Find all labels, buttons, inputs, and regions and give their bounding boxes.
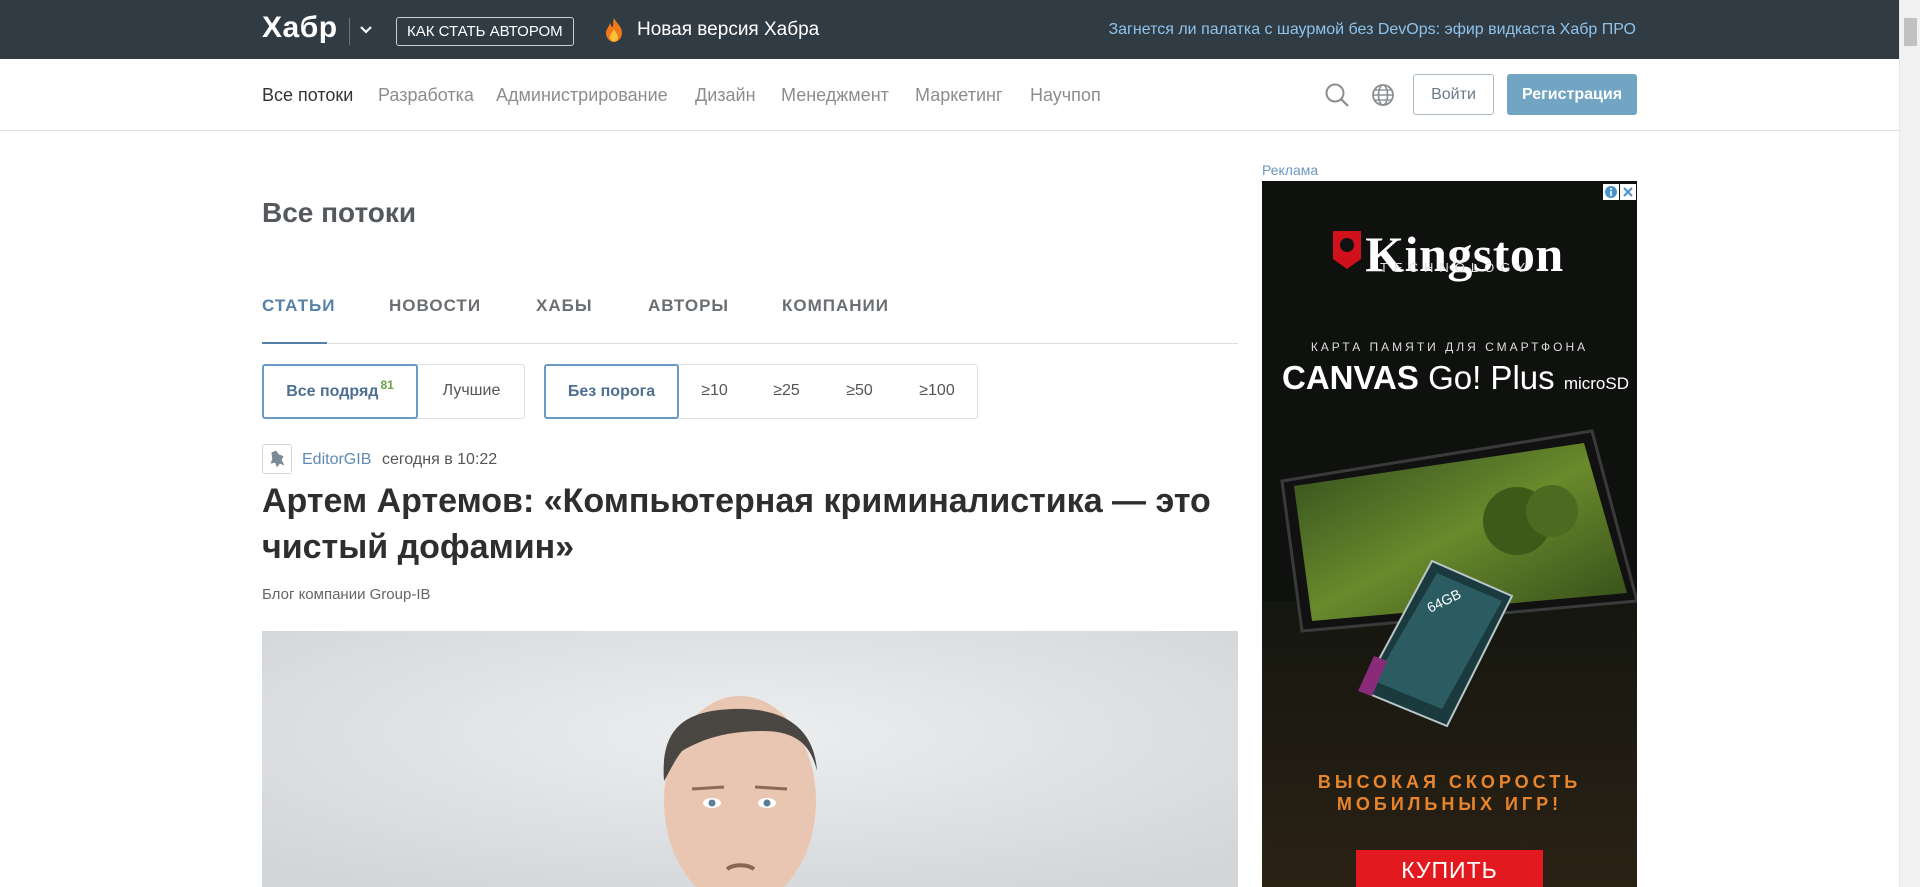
ad-tagline: ВЫСОКАЯ СКОРОСТЬ МОБИЛЬНЫХ ИГР! <box>1262 771 1637 815</box>
post-hub[interactable]: Блог компании Group-IB <box>262 586 431 603</box>
filter-25[interactable]: ≥25 <box>750 364 823 419</box>
tab-articles-label: Статьи <box>262 296 336 315</box>
chevron-down-icon[interactable] <box>357 20 375 38</box>
filter-10[interactable]: ≥10 <box>679 364 750 419</box>
ad-tagline-line-1: ВЫСОКАЯ СКОРОСТЬ <box>1317 772 1582 792</box>
filter-best[interactable]: Лучшие <box>418 364 525 419</box>
globe-icon[interactable] <box>1371 83 1395 107</box>
filter-all-count: 81 <box>380 378 394 392</box>
filter-all-label: Все подряд <box>286 383 379 400</box>
ad-subhead: КАРТА ПАМЯТИ ДЛЯ СМАРТФОНА <box>1310 340 1589 354</box>
tab-hubs[interactable]: Хабы <box>536 296 592 316</box>
tab-authors[interactable]: Авторы <box>648 296 729 316</box>
post-time: сегодня в 10:22 <box>382 451 498 468</box>
habr-logo[interactable]: Хабр <box>262 11 338 45</box>
rating-filter-group: Без порога ≥10 ≥25 ≥50 ≥100 <box>544 364 978 419</box>
author-name[interactable]: EditorGIB <box>302 451 371 469</box>
tab-authors-label: Авторы <box>648 296 730 315</box>
author-avatar[interactable] <box>262 444 292 474</box>
tab-news-label: Новости <box>389 296 482 315</box>
ad-label: Реклама <box>1262 162 1319 178</box>
filter-all[interactable]: Все подряд 81 <box>262 364 418 419</box>
portrait-photo <box>262 631 1238 887</box>
ad-product-small: microSD <box>1563 374 1629 393</box>
nav-item-management[interactable]: Менеджмент <box>781 85 889 106</box>
new-version-link[interactable]: Новая версия Хабра <box>637 19 819 41</box>
post-cover-image[interactable] <box>262 631 1238 887</box>
nav-item-all-flows[interactable]: Все потоки <box>262 85 353 106</box>
ad-tagline-line-2: МОБИЛЬНЫХ ИГР! <box>1336 794 1563 814</box>
filter-no-threshold[interactable]: Без порога <box>544 364 679 419</box>
ad-product-name: CANVAS Go! Plus microSD <box>1282 359 1629 397</box>
ad-product-bold: CANVAS <box>1282 359 1419 396</box>
ad-product-rest: Go! Plus <box>1418 359 1555 396</box>
active-tab-underline <box>262 342 327 344</box>
sort-filter-group: Все подряд 81 Лучшие <box>262 364 525 419</box>
tab-articles[interactable]: Статьи <box>262 296 335 316</box>
tab-news[interactable]: Новости <box>389 296 481 316</box>
register-button[interactable]: Регистрация <box>1507 74 1637 115</box>
filter-50[interactable]: ≥50 <box>823 364 896 419</box>
tab-companies-label: Компании <box>782 296 889 315</box>
tab-hubs-label: Хабы <box>536 296 593 315</box>
nav-item-administration[interactable]: Администрирование <box>496 85 668 106</box>
ad-brand-sub: TECHNOLOGY <box>1380 260 1532 275</box>
nav-item-popsci[interactable]: Научпоп <box>1030 85 1101 106</box>
ad-close-icon[interactable] <box>1620 184 1636 200</box>
ad-info-icon[interactable] <box>1603 184 1619 200</box>
nav-item-marketing[interactable]: Маркетинг <box>915 85 1003 106</box>
scrollbar-thumb[interactable] <box>1904 18 1917 46</box>
become-author-button[interactable]: Как стать автором <box>396 17 574 46</box>
top-bar: Хабр Как стать автором Новая версия Хабр… <box>0 0 1899 59</box>
promo-link[interactable]: Загнется ли палатка с шаурмой без DevOps… <box>1108 21 1636 39</box>
filter-100[interactable]: ≥100 <box>896 364 978 419</box>
nav-item-design[interactable]: Дизайн <box>695 85 756 106</box>
login-button[interactable]: Войти <box>1413 74 1494 115</box>
tab-companies[interactable]: Компании <box>782 296 889 316</box>
search-icon[interactable] <box>1324 82 1350 108</box>
content-tabs: Статьи Новости Хабы Авторы Компании <box>262 280 1238 344</box>
nav-item-development[interactable]: Разработка <box>378 85 474 106</box>
page-title: Все потоки <box>262 197 417 228</box>
main-nav: Все потоки Разработка Администрирование … <box>0 59 1899 131</box>
logo-divider <box>349 18 350 45</box>
ad-buy-button[interactable]: КУПИТЬ <box>1356 850 1543 887</box>
fire-icon <box>606 18 622 42</box>
ad-banner[interactable]: 64GB Kingston TECHNOLOGY КАРТА ПАМЯТИ ДЛ… <box>1262 181 1637 887</box>
post-title[interactable]: Артем Артемов: «Компьютерная криминалист… <box>262 478 1238 570</box>
page-scrollbar[interactable] <box>1899 0 1920 887</box>
